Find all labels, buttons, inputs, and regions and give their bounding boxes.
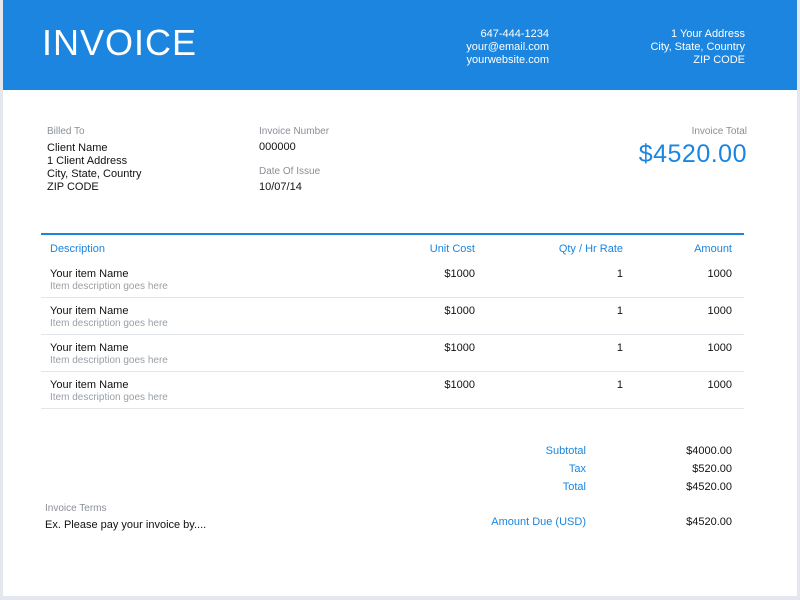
invoice-number-block: Invoice Number 000000: [259, 126, 329, 154]
table-row: Your item Name Item description goes her…: [41, 335, 744, 372]
item-qty: 1: [616, 342, 623, 354]
line-items-table: Description Unit Cost Qty / Hr Rate Amou…: [41, 233, 744, 409]
item-qty: 1: [616, 268, 623, 280]
item-amount: 1000: [707, 268, 732, 280]
item-amount: 1000: [707, 342, 732, 354]
website: yourwebsite.com: [466, 54, 549, 66]
table-row: Your item Name Item description goes her…: [41, 261, 744, 298]
item-description: Item description goes here: [50, 392, 168, 403]
invoice-terms-text: Ex. Please pay your invoice by....: [45, 519, 207, 531]
client-address: 1 Client Address: [47, 155, 128, 167]
amount-due-value: $4520.00: [686, 516, 732, 528]
client-name: Client Name: [47, 142, 108, 154]
address-line-1: 1 Your Address: [670, 28, 745, 40]
frame-edge-left: [0, 0, 3, 600]
invoice-total-value: $4520.00: [638, 140, 747, 168]
address-line-2: City, State, Country: [650, 41, 745, 53]
date-of-issue-value: 10/07/14: [259, 181, 302, 193]
total-label: Total: [562, 481, 586, 493]
table-row: Your item Name Item description goes her…: [41, 372, 744, 409]
invoice-number-label: Invoice Number: [259, 126, 330, 137]
date-of-issue-block: Date Of Issue 10/07/14: [259, 166, 320, 194]
item-qty: 1: [616, 379, 623, 391]
subtotal-value: $4000.00: [686, 445, 732, 457]
invoice-header: INVOICE 647-444-1234 your@email.com your…: [3, 0, 797, 90]
frame-edge-bottom: [0, 596, 800, 600]
invoice-terms-block: Invoice Terms Ex. Please pay your invoic…: [45, 503, 206, 532]
item-name: Your item Name: [50, 379, 129, 391]
company-address: 1 Your Address City, State, Country ZIP …: [650, 28, 745, 67]
email-address: your@email.com: [466, 41, 549, 53]
billed-to-block: Billed To Client Name 1 Client Address C…: [47, 126, 142, 194]
item-amount: 1000: [707, 379, 732, 391]
item-unit-cost: $1000: [444, 305, 475, 317]
item-name: Your item Name: [50, 342, 129, 354]
total-value: $4520.00: [686, 481, 732, 493]
client-city: City, State, Country: [47, 168, 142, 180]
item-description: Item description goes here: [50, 281, 168, 292]
item-name: Your item Name: [50, 305, 129, 317]
tax-label: Tax: [568, 463, 586, 475]
table-header: Description Unit Cost Qty / Hr Rate Amou…: [41, 235, 744, 261]
header-qty: Qty / Hr Rate: [558, 243, 623, 255]
amount-due-label: Amount Due (USD): [491, 516, 586, 528]
header-description: Description: [50, 243, 106, 255]
client-zip: ZIP CODE: [47, 181, 99, 193]
billed-to-label: Billed To: [47, 126, 85, 137]
invoice-title: INVOICE: [42, 22, 198, 63]
table-row: Your item Name Item description goes her…: [41, 298, 744, 335]
item-unit-cost: $1000: [444, 268, 475, 280]
header-unit-cost: Unit Cost: [429, 243, 475, 255]
date-of-issue-label: Date Of Issue: [259, 166, 321, 177]
item-description: Item description goes here: [50, 318, 168, 329]
subtotal-label: Subtotal: [545, 445, 586, 457]
item-amount: 1000: [707, 305, 732, 317]
invoice-number-value: 000000: [259, 141, 296, 153]
tax-value: $520.00: [692, 463, 732, 475]
address-line-3: ZIP CODE: [693, 54, 745, 66]
item-unit-cost: $1000: [444, 379, 475, 391]
item-unit-cost: $1000: [444, 342, 475, 354]
invoice-total-block: Invoice Total $4520.00: [639, 126, 747, 169]
item-qty: 1: [616, 305, 623, 317]
contact-info: 647-444-1234 your@email.com yourwebsite.…: [466, 28, 549, 67]
item-name: Your item Name: [50, 268, 129, 280]
invoice-total-label: Invoice Total: [691, 126, 747, 137]
invoice-page: INVOICE 647-444-1234 your@email.com your…: [0, 0, 800, 600]
item-description: Item description goes here: [50, 355, 168, 366]
phone-number: 647-444-1234: [480, 28, 549, 40]
header-amount: Amount: [694, 243, 732, 255]
invoice-terms-label: Invoice Terms: [45, 503, 107, 514]
